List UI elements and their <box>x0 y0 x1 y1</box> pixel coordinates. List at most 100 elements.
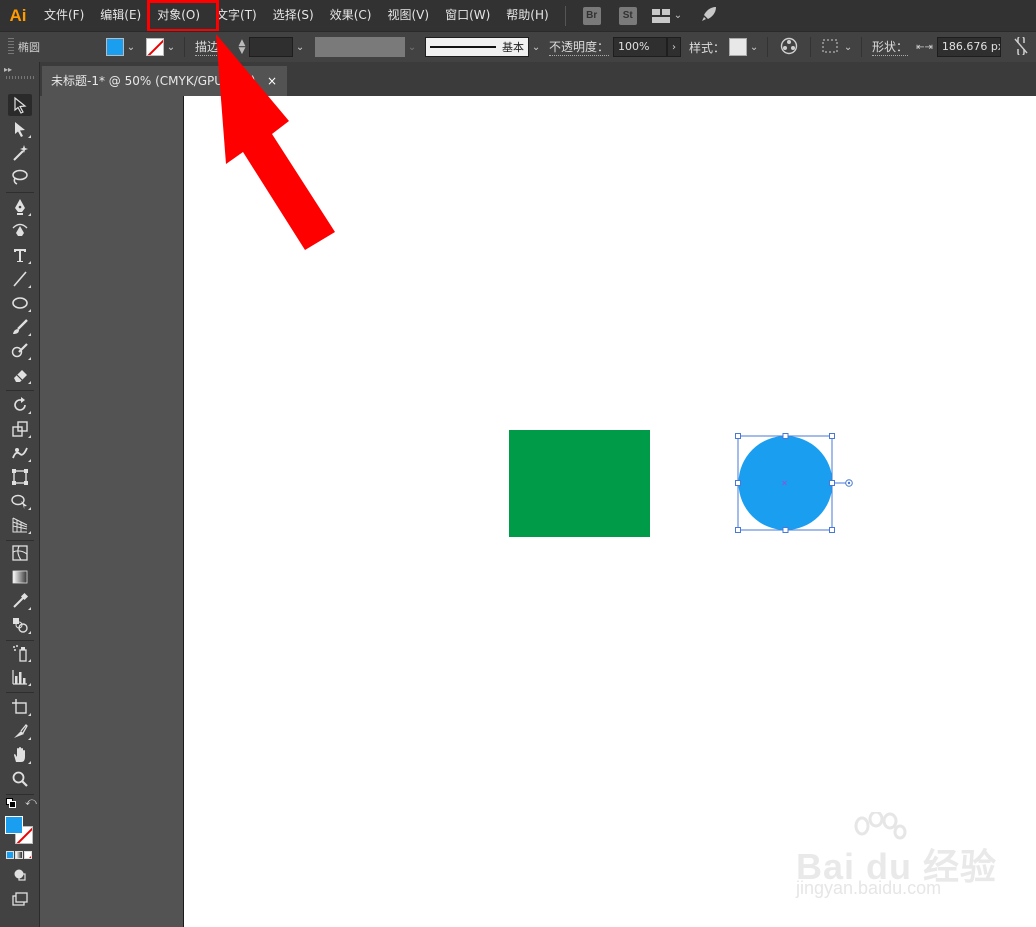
menu-object[interactable]: 对象(O) <box>147 0 220 32</box>
width-icon: ⇤⇥ <box>916 41 933 53</box>
lasso-tool-icon[interactable] <box>8 166 32 188</box>
fill-color-swatch[interactable] <box>5 816 23 834</box>
chevron-right-icon[interactable]: › <box>667 37 682 57</box>
shaper-tool-icon[interactable] <box>8 340 32 362</box>
opacity-input[interactable]: 100% <box>613 37 668 57</box>
rocket-icon[interactable] <box>700 5 718 26</box>
gradient-tool-icon[interactable] <box>8 566 32 588</box>
stroke-swatch[interactable] <box>146 38 164 56</box>
illustrator-logo: Ai <box>9 5 27 25</box>
handle-top-right[interactable] <box>829 433 835 439</box>
slice-tool-icon[interactable] <box>8 720 32 742</box>
eyedropper-tool-icon[interactable] <box>8 590 32 612</box>
warp-tool-icon[interactable] <box>8 442 32 464</box>
collapse-panel-icon[interactable]: ▸▸ <box>4 65 12 74</box>
document-tab-bar: 未标题-1* @ 50% (CMYK/GPU 预览) × <box>40 62 1036 96</box>
chevron-down-icon[interactable]: ⌄ <box>841 42 855 53</box>
handle-bottom-right[interactable] <box>829 527 835 533</box>
divider <box>767 37 769 57</box>
perspective-grid-tool-icon[interactable] <box>8 514 32 536</box>
artboard-tool-icon[interactable] <box>8 696 32 718</box>
handle-left[interactable] <box>735 480 741 486</box>
panel-grip[interactable] <box>6 76 34 79</box>
opacity-label[interactable]: 不透明度： <box>549 38 610 56</box>
blue-circle[interactable] <box>738 436 833 530</box>
panel-grip-icon[interactable] <box>8 38 14 56</box>
type-tool-icon[interactable] <box>8 244 32 266</box>
selected-circle-group[interactable] <box>720 420 870 546</box>
handle-top[interactable] <box>782 433 789 439</box>
rotate-tool-icon[interactable] <box>8 394 32 416</box>
menu-effect[interactable]: 效果(C) <box>322 0 380 31</box>
color-icon[interactable] <box>6 851 14 859</box>
align-to-selection-icon[interactable] <box>821 37 839 58</box>
mesh-tool-icon[interactable] <box>8 542 32 564</box>
eraser-tool-icon[interactable] <box>8 364 32 386</box>
drawing-modes-icon[interactable] <box>8 864 32 886</box>
shape-label[interactable]: 形状： <box>872 38 909 56</box>
stroke-profile-label: 基本 <box>502 41 525 54</box>
recolor-artwork-icon[interactable] <box>780 37 798 58</box>
fill-swatch[interactable] <box>106 38 124 56</box>
tool-divider <box>6 192 34 193</box>
shape-builder-tool-icon[interactable] <box>8 490 32 512</box>
brush-definition[interactable]: 基本 <box>425 37 530 57</box>
swap-fill-stroke-icon[interactable]: ⤺ <box>25 795 37 809</box>
graphic-style-swatch[interactable] <box>729 38 748 56</box>
baidu-watermark: Bai du 经验 jingyan.baidu.com <box>790 812 996 912</box>
menu-bar: Ai 文件(F) 编辑(E) 对象(O) 文字(T) 选择(S) 效果(C) 视… <box>0 0 1036 32</box>
tool-divider <box>6 640 34 641</box>
gradient-icon[interactable] <box>15 851 23 859</box>
free-transform-tool-icon[interactable] <box>8 466 32 488</box>
selection-tool-icon[interactable] <box>8 94 32 116</box>
menu-object-label: 对象(O) <box>157 8 201 22</box>
menu-view[interactable]: 视图(V) <box>379 0 437 31</box>
stock-icon[interactable]: St <box>618 6 637 25</box>
bridge-icon[interactable]: Br <box>582 6 601 25</box>
magic-wand-tool-icon[interactable] <box>8 142 32 164</box>
blend-tool-icon[interactable] <box>8 614 32 636</box>
menu-help[interactable]: 帮助(H) <box>498 0 556 31</box>
symbol-sprayer-tool-icon[interactable] <box>8 642 32 664</box>
chevron-down-icon[interactable]: ⌄ <box>124 42 138 53</box>
zoom-tool-icon[interactable] <box>8 768 32 790</box>
paintbrush-tool-icon[interactable] <box>8 316 32 338</box>
tools-panel: ▸▸ ⤺ <box>0 62 40 927</box>
curvature-tool-icon[interactable] <box>8 220 32 242</box>
column-graph-tool-icon[interactable] <box>8 666 32 688</box>
ellipse-tool-icon[interactable] <box>8 292 32 314</box>
handle-top-left[interactable] <box>735 433 741 439</box>
pie-widget-dot <box>847 481 851 485</box>
screen-mode-icon[interactable] <box>8 888 32 910</box>
menu-file[interactable]: 文件(F) <box>36 0 92 31</box>
chevron-down-icon[interactable]: ⌄ <box>164 42 178 53</box>
tool-divider <box>6 390 34 391</box>
menu-select[interactable]: 选择(S) <box>265 0 322 31</box>
direct-selection-tool-icon[interactable] <box>8 118 32 140</box>
width-input[interactable]: 186.676 px <box>936 37 1001 57</box>
line-segment-tool-icon[interactable] <box>8 268 32 290</box>
hand-tool-icon[interactable] <box>8 744 32 766</box>
default-fill-stroke-icon[interactable] <box>6 798 16 808</box>
constrain-proportions-icon[interactable] <box>1013 34 1029 58</box>
color-mode-buttons[interactable] <box>6 851 32 859</box>
menu-window[interactable]: 窗口(W) <box>437 0 498 31</box>
chevron-down-icon[interactable]: ⌄ <box>529 42 543 53</box>
handle-bottom-left[interactable] <box>735 527 741 533</box>
menu-type[interactable]: 文字(T) <box>208 0 265 31</box>
handle-bottom[interactable] <box>782 527 789 533</box>
stroke-line-preview <box>430 46 497 48</box>
green-rectangle[interactable] <box>509 430 650 537</box>
chevron-down-icon[interactable]: ⌄ <box>405 42 419 53</box>
workspace-switcher-icon[interactable]: ⌄ <box>651 8 682 23</box>
pen-tool-icon[interactable] <box>8 196 32 218</box>
none-icon[interactable] <box>24 851 32 859</box>
menu-edit[interactable]: 编辑(E) <box>92 0 149 31</box>
divider <box>861 37 863 57</box>
chevron-down-icon[interactable]: ⌄ <box>747 42 761 53</box>
scale-tool-icon[interactable] <box>8 418 32 440</box>
selection-type-label: 椭圆 <box>18 41 40 54</box>
watermark-url: jingyan.baidu.com <box>796 878 942 898</box>
tool-divider <box>6 692 34 693</box>
handle-right[interactable] <box>829 480 835 486</box>
